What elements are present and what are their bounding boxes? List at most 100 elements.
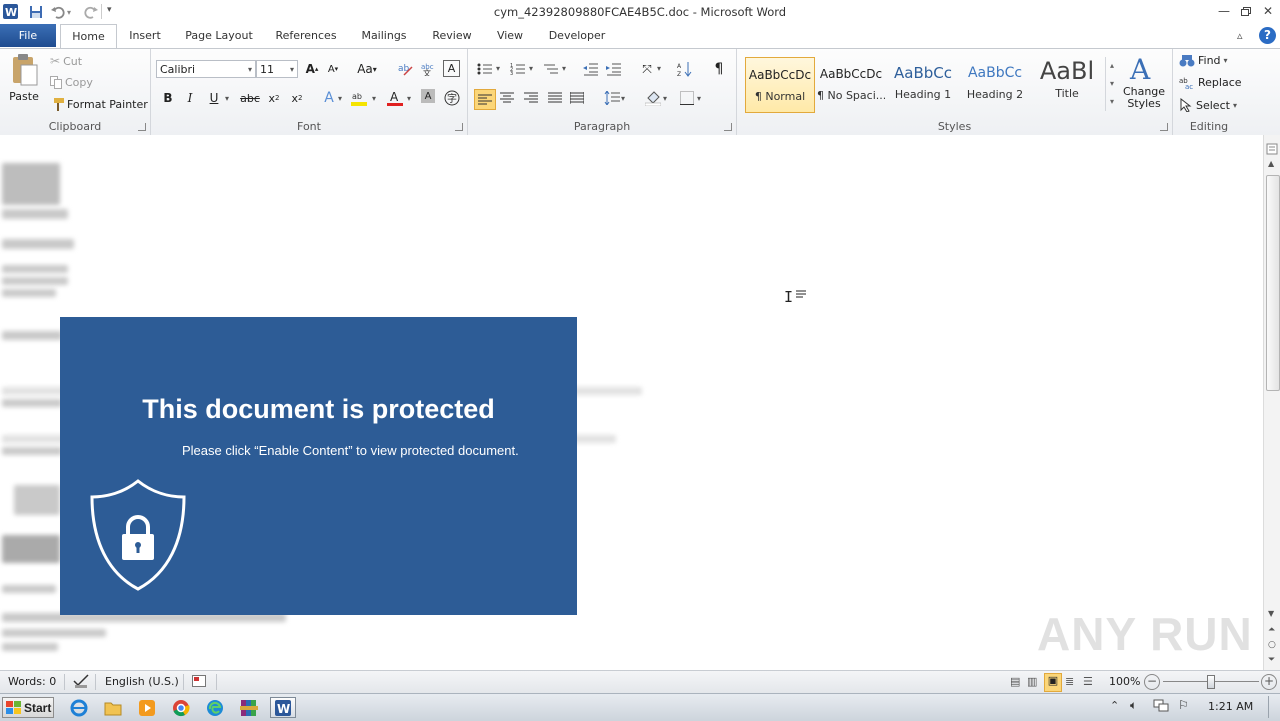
tab-view[interactable]: View — [488, 24, 532, 47]
tab-insert[interactable]: Insert — [121, 24, 169, 47]
sort-icon[interactable]: AZ — [676, 60, 694, 78]
multilevel-list-icon[interactable] — [542, 60, 560, 78]
collapse-ribbon-icon[interactable]: ▵ — [1237, 29, 1243, 42]
increase-indent-icon[interactable] — [605, 60, 623, 78]
scroll-down-icon[interactable]: ▼ — [1268, 609, 1274, 618]
strikethrough-button[interactable]: abc — [239, 89, 261, 107]
minimize-button[interactable]: — — [1214, 2, 1234, 20]
language-indicator[interactable]: English (U.S.) — [105, 675, 179, 688]
zoom-slider-thumb[interactable] — [1207, 675, 1215, 689]
tab-file[interactable]: File — [0, 24, 56, 47]
outline-view-icon[interactable]: ≣ — [1065, 675, 1074, 688]
maximize-button[interactable] — [1236, 2, 1256, 20]
style-normal[interactable]: AaBbCcDc ¶ Normal — [745, 57, 815, 113]
show-desktop-button[interactable] — [1268, 696, 1279, 718]
asian-layout-icon[interactable]: ⤧ — [638, 60, 656, 78]
format-painter-button[interactable]: Format Painter — [50, 98, 148, 111]
internet-explorer-icon[interactable] — [68, 697, 90, 718]
cut-button[interactable]: ✂ Cut — [50, 54, 82, 68]
tab-review[interactable]: Review — [424, 24, 480, 47]
vertical-scrollbar[interactable]: ▲ ▼ ⏶ ○ ⏷ — [1263, 135, 1280, 670]
find-button[interactable]: Find ▾ — [1179, 54, 1228, 67]
winrar-icon[interactable] — [236, 697, 262, 718]
edge-icon[interactable] — [204, 697, 226, 718]
proofing-icon[interactable] — [73, 674, 89, 691]
scroll-up-icon[interactable]: ▲ — [1268, 159, 1274, 168]
bullets-dropdown-icon[interactable]: ▾ — [496, 64, 500, 73]
draft-view-icon[interactable]: ☰ — [1083, 675, 1093, 688]
replace-button[interactable]: ab ac Replace — [1179, 76, 1242, 89]
style-title[interactable]: AaBl Title — [1033, 57, 1101, 111]
highlight-icon[interactable]: ab — [350, 89, 368, 107]
character-shading-icon[interactable]: A — [421, 89, 435, 103]
tab-home[interactable]: Home — [60, 24, 117, 49]
paragraph-launcher-icon[interactable] — [724, 123, 732, 131]
help-icon[interactable]: ? — [1259, 27, 1276, 44]
zoom-level[interactable]: 100% — [1109, 675, 1140, 688]
paste-button[interactable]: Paste — [6, 53, 42, 113]
zoom-out-button[interactable]: − — [1144, 674, 1160, 690]
media-player-icon[interactable] — [136, 697, 158, 718]
numbering-icon[interactable]: 123 — [509, 60, 527, 78]
numbering-dropdown-icon[interactable]: ▾ — [529, 64, 533, 73]
macro-recording-icon[interactable] — [192, 674, 206, 691]
file-explorer-icon[interactable] — [102, 697, 124, 718]
tab-page-layout[interactable]: Page Layout — [177, 24, 261, 47]
underline-dropdown-icon[interactable]: ▾ — [225, 94, 229, 103]
show-hidden-icons[interactable]: ⌃ — [1110, 699, 1119, 712]
style-heading-2[interactable]: AaBbCc Heading 2 — [961, 57, 1029, 111]
print-layout-icon[interactable]: ▤ — [1010, 675, 1020, 688]
line-spacing-icon[interactable] — [603, 89, 621, 107]
text-effects-dropdown-icon[interactable]: ▾ — [338, 94, 342, 103]
italic-button[interactable]: I — [181, 89, 199, 107]
tab-mailings[interactable]: Mailings — [352, 24, 416, 47]
change-styles-button[interactable]: A Change Styles — [1121, 53, 1167, 110]
subscript-button[interactable]: x2 — [265, 89, 283, 107]
clipboard-launcher-icon[interactable] — [138, 123, 146, 131]
grow-font-icon[interactable]: A ▴ — [303, 60, 321, 78]
bullets-icon[interactable] — [476, 60, 494, 78]
multilevel-dropdown-icon[interactable]: ▾ — [562, 64, 566, 73]
font-size-input[interactable]: 11 ▾ — [256, 60, 298, 78]
browse-object-icon[interactable]: ○ — [1268, 640, 1276, 650]
borders-icon[interactable] — [678, 89, 696, 107]
font-color-dropdown-icon[interactable]: ▾ — [407, 94, 411, 103]
style-heading-1[interactable]: AaBbCc Heading 1 — [889, 57, 957, 111]
show-formatting-icon[interactable]: ¶ — [710, 60, 728, 78]
scroll-thumb[interactable] — [1266, 175, 1280, 391]
change-case-icon[interactable]: Aa ▾ — [355, 60, 379, 78]
word-taskbar-button[interactable]: W — [270, 697, 296, 718]
font-color-icon[interactable]: A — [386, 89, 404, 107]
ruler-toggle-icon[interactable] — [1266, 143, 1279, 155]
superscript-button[interactable]: x2 — [288, 89, 306, 107]
font-name-input[interactable]: Calibri ▾ — [156, 60, 256, 78]
character-border-icon[interactable]: A — [443, 60, 460, 77]
zoom-in-button[interactable]: + — [1261, 674, 1277, 690]
full-screen-reading-icon[interactable]: ▥ — [1027, 675, 1037, 688]
font-launcher-icon[interactable] — [455, 123, 463, 131]
asian-layout-dropdown-icon[interactable]: ▾ — [657, 64, 661, 73]
text-effects-icon[interactable]: A — [320, 89, 338, 107]
volume-icon[interactable]: 🔈︎ — [1130, 698, 1137, 713]
clock[interactable]: 1:21 AM — [1208, 700, 1253, 713]
network-icon[interactable] — [1153, 699, 1169, 716]
styles-scroll[interactable]: ▴ ▾ ▾ — [1105, 57, 1118, 111]
shading-dropdown-icon[interactable]: ▾ — [663, 94, 667, 103]
align-center-button[interactable] — [498, 89, 516, 107]
highlight-dropdown-icon[interactable]: ▾ — [372, 94, 376, 103]
previous-page-icon[interactable]: ⏶ — [1268, 625, 1275, 635]
align-right-button[interactable] — [522, 89, 540, 107]
distributed-button[interactable] — [568, 89, 586, 107]
styles-launcher-icon[interactable] — [1160, 123, 1168, 131]
word-count[interactable]: Words: 0 — [8, 675, 56, 688]
line-spacing-dropdown-icon[interactable]: ▾ — [621, 94, 625, 103]
style-no-spacing[interactable]: AaBbCcDc ¶ No Spaci... — [817, 57, 885, 111]
shading-icon[interactable] — [644, 89, 662, 107]
phonetic-guide-icon[interactable]: abc 文 — [419, 60, 437, 78]
align-left-button[interactable] — [474, 89, 496, 110]
justify-button[interactable] — [546, 89, 564, 107]
decrease-indent-icon[interactable] — [582, 60, 600, 78]
tab-developer[interactable]: Developer — [540, 24, 614, 47]
underline-button[interactable]: U — [205, 89, 223, 107]
bold-button[interactable]: B — [159, 89, 177, 107]
